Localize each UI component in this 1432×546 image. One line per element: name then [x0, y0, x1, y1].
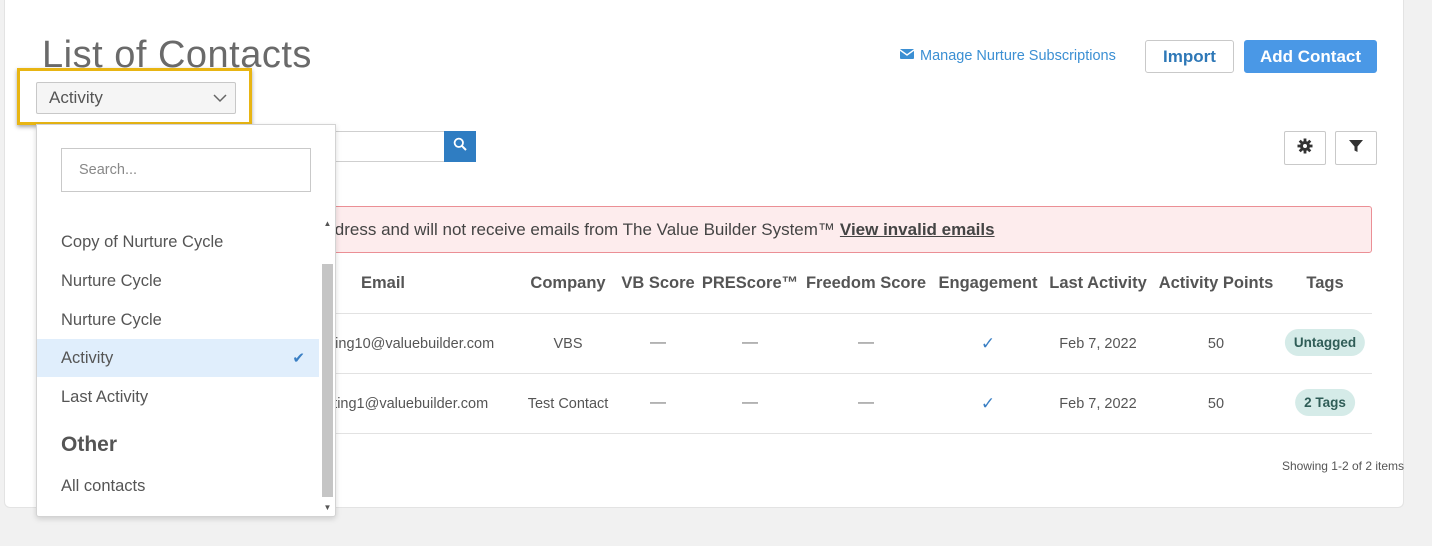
cell-last-activity: Feb 7, 2022: [1059, 396, 1137, 412]
cell-prescore: —: [742, 334, 758, 351]
scroll-up-arrow[interactable]: ▲: [320, 219, 335, 228]
pagination-summary: Showing 1-2 of 2 items: [1281, 459, 1404, 473]
scroll-down-arrow[interactable]: ▼: [320, 503, 335, 512]
cell-vb-score: —: [650, 394, 666, 411]
filter-button[interactable]: [1335, 131, 1377, 165]
settings-button[interactable]: [1284, 131, 1326, 165]
page-title: List of Contacts: [42, 34, 312, 76]
manage-nurture-label: Manage Nurture Subscriptions: [920, 48, 1116, 64]
dropdown-item-label: All contacts: [61, 476, 146, 495]
envelope-icon: [899, 48, 915, 64]
dropdown-item-nurture-cycle[interactable]: Nurture Cycle: [37, 301, 319, 339]
tag-badge[interactable]: 2 Tags: [1295, 389, 1355, 416]
scroll-thumb[interactable]: [322, 264, 333, 497]
cell-vb-score: —: [650, 334, 666, 351]
invalid-email-alert: ldress and will not receive emails from …: [300, 206, 1372, 253]
list-dropdown-menu: Search... Copy of Nurture Cycle Nurture …: [36, 124, 336, 517]
contact-list-select[interactable]: Activity: [36, 82, 236, 114]
cell-activity-points: 50: [1207, 396, 1225, 412]
cell-company: VBS: [553, 336, 583, 352]
list-select-value: Activity: [49, 88, 103, 107]
cell-freedom-score: —: [858, 334, 874, 351]
dropdown-item-label: Nurture Cycle: [61, 310, 162, 329]
view-invalid-emails-link[interactable]: View invalid emails: [840, 220, 995, 240]
gear-icon: [1297, 138, 1313, 159]
column-header-tags[interactable]: Tags: [1306, 274, 1343, 293]
column-header-company[interactable]: Company: [530, 274, 605, 293]
add-contact-button[interactable]: Add Contact: [1244, 40, 1377, 73]
dropdown-item-last-activity[interactable]: Last Activity: [37, 378, 319, 416]
manage-nurture-link[interactable]: Manage Nurture Subscriptions: [899, 48, 1116, 64]
check-icon: ✓: [980, 394, 996, 413]
row-divider: [300, 433, 1372, 434]
chevron-down-icon: [213, 88, 227, 108]
check-icon: ✔: [292, 350, 305, 367]
dropdown-item-label: Nurture Cycle: [61, 271, 162, 290]
dropdown-search-input[interactable]: Search...: [61, 148, 311, 192]
dropdown-item-nurture-cycle[interactable]: Nurture Cycle: [37, 262, 319, 300]
column-header-email[interactable]: Email: [361, 274, 405, 293]
cell-activity-points: 50: [1207, 336, 1225, 352]
dropdown-item-copy-of-nurture-cycle[interactable]: Copy of Nurture Cycle: [37, 223, 319, 261]
cell-freedom-score: —: [858, 394, 874, 411]
dropdown-scrollbar[interactable]: ▲ ▼: [320, 216, 335, 516]
contact-search-button[interactable]: [444, 131, 476, 162]
column-header-last-activity[interactable]: Last Activity: [1049, 274, 1147, 293]
dropdown-item-label: Last Activity: [61, 387, 149, 406]
dropdown-item-all-contacts[interactable]: All contacts: [37, 467, 319, 505]
dropdown-group-header: Other: [61, 433, 118, 456]
dropdown-item-label: Copy of Nurture Cycle: [61, 232, 224, 251]
column-header-freedom-score[interactable]: Freedom Score: [806, 274, 926, 293]
alert-text: ldress and will not receive emails from …: [331, 219, 835, 239]
column-header-vb-score[interactable]: VB Score: [621, 274, 694, 293]
cell-company: Test Contact: [527, 396, 609, 412]
column-header-engagement[interactable]: Engagement: [938, 274, 1037, 293]
dropdown-item-label: Activity: [61, 348, 114, 367]
cell-email[interactable]: esting10@valuebuilder.com: [316, 336, 494, 352]
cell-email[interactable]: esting1@valuebuilder.com: [318, 396, 488, 412]
column-header-prescore[interactable]: PREScore™: [702, 274, 798, 293]
tag-badge[interactable]: Untagged: [1284, 329, 1366, 356]
cell-last-activity: Feb 7, 2022: [1059, 336, 1137, 352]
filter-icon: [1348, 138, 1364, 159]
column-header-activity-points[interactable]: Activity Points: [1159, 274, 1274, 293]
check-icon: ✓: [980, 334, 996, 353]
search-icon: [453, 137, 467, 156]
row-divider: [300, 373, 1372, 374]
dropdown-item-activity[interactable]: Activity ✔: [37, 339, 319, 377]
cell-prescore: —: [742, 394, 758, 411]
row-divider: [300, 313, 1372, 314]
import-button[interactable]: Import: [1145, 40, 1234, 73]
